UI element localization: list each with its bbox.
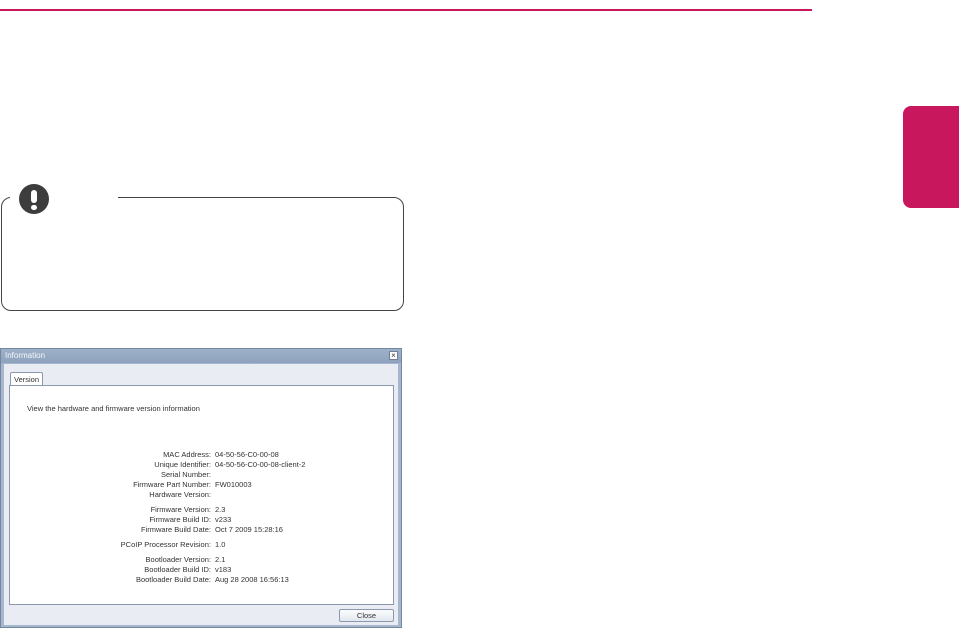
close-icon[interactable]: × <box>389 351 398 360</box>
field-row: Serial Number: <box>10 470 395 479</box>
field-label: MAC Address: <box>163 450 211 459</box>
field-label: Firmware Part Number: <box>133 480 211 489</box>
field-row: Firmware Build ID: v233 <box>10 515 395 524</box>
field-value: 2.3 <box>215 505 226 514</box>
version-panel: View the hardware and firmware version i… <box>9 385 394 605</box>
field-row: Unique Identifier: 04-50-56-C0-00-08-cli… <box>10 460 395 469</box>
field-value: v183 <box>215 565 232 574</box>
field-label: Unique Identifier: <box>154 460 211 469</box>
field-label: Bootloader Build ID: <box>144 565 211 574</box>
dialog-title: Information <box>5 351 46 360</box>
field-value: 04-50-56-C0-00-08-client-2 <box>215 460 306 469</box>
dialog-client-area: Version View the hardware and firmware v… <box>4 364 398 625</box>
field-row: PCoIP Processor Revision: 1.0 <box>10 540 395 549</box>
chapter-side-tab <box>903 106 959 208</box>
field-label: Serial Number: <box>160 470 211 479</box>
field-label: PCoIP Processor Revision: <box>120 540 211 549</box>
field-value: 1.0 <box>215 540 226 549</box>
intro-text: View the hardware and firmware version i… <box>27 404 200 413</box>
field-label: Bootloader Build Date: <box>135 575 211 584</box>
field-row: Bootloader Build ID: v183 <box>10 565 395 574</box>
tab-version[interactable]: Version <box>10 372 43 386</box>
field-row: Bootloader Version: 2.1 <box>10 555 395 564</box>
field-label: Firmware Version: <box>150 505 211 514</box>
field-row: Firmware Part Number: FW010003 <box>10 480 395 489</box>
field-row: Bootloader Build Date: Aug 28 2008 16:56… <box>10 575 395 584</box>
field-label: Bootloader Version: <box>145 555 211 564</box>
dialog-titlebar: Information × <box>1 349 401 363</box>
field-value: 04-50-56-C0-00-08 <box>215 450 279 459</box>
field-row: MAC Address: 04-50-56-C0-00-08 <box>10 450 395 459</box>
field-value: Aug 28 2008 16:56:13 <box>215 575 289 584</box>
field-row: Hardware Version: <box>10 490 395 499</box>
field-label: Hardware Version: <box>149 490 211 499</box>
close-button[interactable]: Close <box>339 609 394 622</box>
exclamation-icon <box>19 184 49 214</box>
page-top-rule <box>0 9 812 11</box>
field-label: Firmware Build ID: <box>149 515 211 524</box>
field-value: v233 <box>215 515 232 524</box>
information-dialog: Information × Version View the hardware … <box>0 348 402 628</box>
field-value: Oct 7 2009 15:28:16 <box>215 525 283 534</box>
note-box <box>1 197 404 311</box>
field-row: Firmware Version: 2.3 <box>10 505 395 514</box>
field-row: Firmware Build Date: Oct 7 2009 15:28:16 <box>10 525 395 534</box>
field-label: Firmware Build Date: <box>140 525 211 534</box>
field-value: FW010003 <box>215 480 252 489</box>
field-value: 2.1 <box>215 555 226 564</box>
